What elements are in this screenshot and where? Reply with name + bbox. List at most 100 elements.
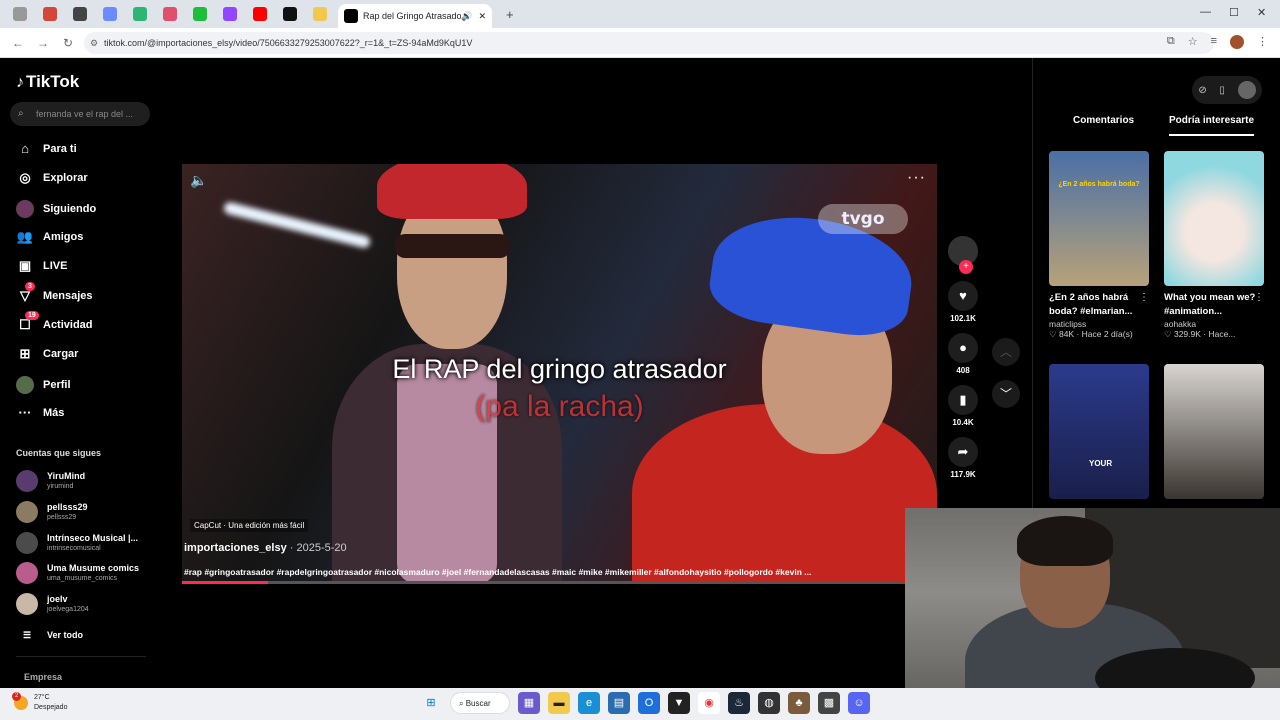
- video-caption: El RAP del gringo atrasador: [392, 354, 727, 384]
- card-menu-icon[interactable]: ⋮: [1139, 292, 1149, 303]
- tiktok-logo[interactable]: ♪ TikTok: [16, 72, 79, 92]
- nav-label: Amigos: [43, 231, 84, 243]
- active-tab[interactable]: Rap del Gringo Atrasador 🔊 ✕: [338, 4, 492, 28]
- nav-upload[interactable]: ⊞ Cargar: [16, 346, 79, 362]
- compass-icon[interactable]: ⊘: [1198, 85, 1206, 96]
- nav-messages[interactable]: ▽ 3 Mensajes: [16, 282, 93, 304]
- card-menu-icon[interactable]: ⋮: [1254, 292, 1264, 303]
- search-text: fernanda ve el rap del ...: [36, 109, 134, 119]
- suggested-video-card[interactable]: YOUR: [1049, 364, 1149, 499]
- suggested-video-card[interactable]: [1164, 364, 1264, 499]
- close-window-icon[interactable]: ✕: [1257, 6, 1266, 19]
- tab-favicon-icon[interactable]: [133, 7, 147, 21]
- compass-icon: ◎: [19, 170, 31, 185]
- back-icon[interactable]: ←: [11, 36, 25, 50]
- nav-following[interactable]: Siguiendo: [16, 200, 96, 218]
- app-icon[interactable]: ♣: [788, 692, 810, 714]
- followed-account[interactable]: joelv joelvega1204: [16, 593, 89, 615]
- app-icon[interactable]: ▩: [818, 692, 840, 714]
- card-meta: ♡ 329.9K · Hace...: [1164, 329, 1236, 339]
- chrome-icon[interactable]: ◉: [698, 692, 720, 714]
- creator-follow[interactable]: +: [943, 236, 983, 274]
- save-button[interactable]: ▮ 10.4K: [943, 385, 983, 427]
- bookmark-star-icon[interactable]: ☆: [1188, 35, 1198, 49]
- profile-avatar[interactable]: [1230, 35, 1244, 49]
- suggested-video-card[interactable]: ¿En 2 años habrá boda? ¿En 2 años habrá …: [1049, 151, 1149, 340]
- widgets-icon[interactable]: ▦: [518, 692, 540, 714]
- app-icon[interactable]: ▼: [668, 692, 690, 714]
- nav-live[interactable]: ▣ LIVE: [16, 258, 68, 274]
- thumbnail-text: YOUR: [1089, 459, 1113, 468]
- tab-comments[interactable]: Comentarios: [1073, 115, 1134, 126]
- close-tab-icon[interactable]: ✕: [478, 11, 486, 22]
- nav-label: Mensajes: [43, 290, 93, 302]
- account-handle: pellsss29: [47, 514, 77, 521]
- activity-icon: ☐ 19: [16, 311, 39, 333]
- steam-icon[interactable]: ♨: [728, 692, 750, 714]
- tab-favicon-icon[interactable]: [73, 7, 87, 21]
- followed-account[interactable]: Intrínseco Musical |... intrinsecomusical: [16, 532, 138, 554]
- address-bar-row: ← → ↻ ⚙ tiktok.com/@importaciones_elsy/v…: [0, 28, 1280, 58]
- site-info-icon[interactable]: ⚙: [90, 32, 98, 54]
- kick-tab-icon[interactable]: [193, 7, 207, 21]
- prev-video-button[interactable]: ︿: [992, 338, 1020, 366]
- logo-text: TikTok: [26, 72, 80, 91]
- followed-account[interactable]: Uma Musume comics uma_musume_comics: [16, 562, 139, 584]
- url-field[interactable]: ⚙ tiktok.com/@importaciones_elsy/video/7…: [84, 32, 1214, 54]
- device-icon[interactable]: ▯: [1219, 85, 1225, 96]
- outlook-icon[interactable]: O: [638, 692, 660, 714]
- comment-button[interactable]: ● 408: [943, 333, 983, 375]
- followed-account[interactable]: pellsss29 pellsss29: [16, 501, 88, 523]
- user-avatar[interactable]: [1237, 81, 1256, 99]
- volume-icon[interactable]: 🔈: [190, 172, 207, 189]
- followed-account[interactable]: YiruMind yirumind: [16, 470, 85, 492]
- speaker-icon[interactable]: 🔊: [461, 11, 472, 22]
- nav-for-you[interactable]: ⌂ Para ti: [16, 141, 77, 156]
- minimize-icon[interactable]: —: [1200, 6, 1211, 18]
- nav-explore[interactable]: ◎ Explorar: [16, 170, 87, 186]
- weather-widget[interactable]: 2 27°C Despejado: [12, 692, 67, 713]
- new-tab-icon[interactable]: +: [506, 7, 514, 22]
- youtube-tab-icon[interactable]: [253, 7, 267, 21]
- video-player[interactable]: tvgo El RAP del gringo atrasador (pa la …: [182, 164, 937, 584]
- browser-menu-icon[interactable]: ⋮: [1257, 35, 1268, 49]
- store-icon[interactable]: ▤: [608, 692, 630, 714]
- suggested-video-card[interactable]: What you mean we? #animation... aohakka …: [1164, 151, 1264, 340]
- nav-more[interactable]: ··· Más: [16, 405, 65, 420]
- tab-favicon-icon[interactable]: [313, 7, 327, 21]
- tab-you-may-like[interactable]: Podría interesarte: [1169, 115, 1255, 136]
- gmail-tab-icon[interactable]: [43, 7, 57, 21]
- share-icon: ➦: [948, 437, 978, 467]
- twitch-tab-icon[interactable]: [223, 7, 237, 21]
- nav-label: Más: [43, 406, 65, 419]
- discord-icon[interactable]: ☺: [848, 692, 870, 714]
- tab-favicon-icon[interactable]: [103, 7, 117, 21]
- nav-profile[interactable]: Perfil: [16, 376, 71, 394]
- nav-friends[interactable]: 👥 Amigos: [16, 229, 83, 245]
- forward-icon[interactable]: →: [36, 36, 50, 50]
- file-explorer-icon[interactable]: ▬: [548, 692, 570, 714]
- see-all-label: Ver todo: [47, 630, 84, 640]
- like-button[interactable]: ♥ 102.1K: [943, 281, 983, 323]
- more-options-icon[interactable]: ···: [907, 169, 926, 187]
- extensions-icon[interactable]: ≡: [1211, 35, 1217, 49]
- creator-avatar[interactable]: +: [948, 236, 978, 274]
- tab-favicon-icon[interactable]: [13, 7, 27, 21]
- see-all-button[interactable]: ☰ Ver todo: [16, 630, 83, 641]
- chevron-up-icon: ︿: [992, 338, 1020, 366]
- install-app-icon[interactable]: ⧉: [1167, 35, 1175, 49]
- windows-start-icon[interactable]: ⊞: [420, 692, 442, 714]
- company-link[interactable]: Empresa: [24, 672, 62, 682]
- x-tab-icon[interactable]: [283, 7, 297, 21]
- taskbar-search[interactable]: ⌕ Buscar: [450, 692, 510, 714]
- nav-activity[interactable]: ☐ 19 Actividad: [16, 311, 93, 333]
- share-button[interactable]: ➦ 117.9K: [943, 437, 983, 479]
- next-video-button[interactable]: ﹀: [992, 380, 1020, 408]
- obs-icon[interactable]: ◍: [758, 692, 780, 714]
- search-input[interactable]: ⌕ fernanda ve el rap del ...: [10, 102, 150, 126]
- tab-favicon-icon[interactable]: [163, 7, 177, 21]
- follow-plus-icon[interactable]: +: [959, 260, 973, 274]
- maximize-icon[interactable]: ☐: [1229, 6, 1239, 19]
- edge-icon[interactable]: e: [578, 692, 600, 714]
- reload-icon[interactable]: ↻: [61, 36, 75, 50]
